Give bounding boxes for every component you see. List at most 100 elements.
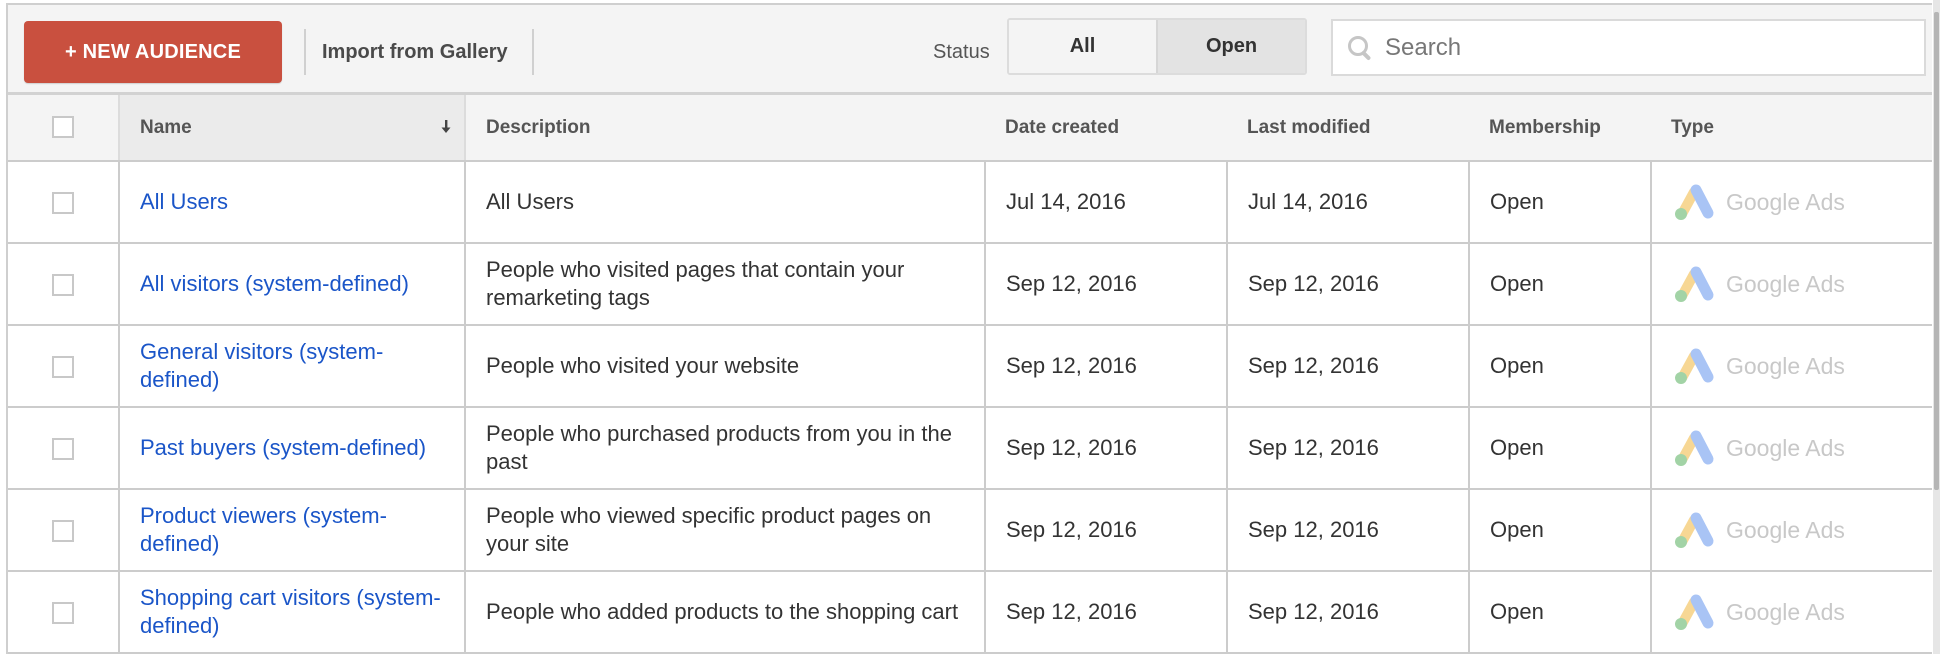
type-label: Google Ads	[1726, 353, 1845, 379]
table-row: All visitors (system-defined) People who…	[8, 242, 1932, 326]
type-cell: Google Ads	[1650, 406, 1932, 490]
table-row: Past buyers (system-defined) People who …	[8, 406, 1932, 490]
row-checkbox[interactable]	[52, 274, 74, 297]
row-select-cell	[8, 324, 120, 408]
column-header-type[interactable]: Type	[1651, 95, 1932, 162]
column-header-membership[interactable]: Membership	[1469, 95, 1651, 162]
last-modified-cell: Sep 12, 2016	[1226, 570, 1470, 654]
last-modified-cell: Sep 12, 2016	[1226, 406, 1470, 490]
type-label: Google Ads	[1726, 189, 1845, 215]
logo-green-dot	[1675, 536, 1687, 548]
column-header-date-created[interactable]: Date created	[985, 95, 1227, 162]
type-cell: Google Ads	[1650, 242, 1932, 326]
logo-blue-stroke	[1690, 348, 1714, 383]
type-label: Google Ads	[1726, 271, 1845, 297]
audience-name-link[interactable]: All visitors (system-defined)	[140, 271, 409, 296]
type-cell: Google Ads	[1650, 160, 1932, 244]
row-select-cell	[8, 242, 120, 326]
import-from-gallery-link[interactable]: Import from Gallery	[322, 29, 508, 75]
select-all-checkbox[interactable]	[52, 116, 74, 139]
type-cell: Google Ads	[1650, 324, 1932, 408]
type-cell: Google Ads	[1650, 488, 1932, 572]
date-created-cell: Sep 12, 2016	[984, 488, 1228, 572]
new-audience-button[interactable]: + NEW AUDIENCE	[24, 21, 282, 83]
google-ads-logo-icon	[1675, 184, 1714, 220]
logo-green-dot	[1675, 454, 1687, 466]
name-cell: Past buyers (system-defined)	[118, 406, 466, 490]
last-modified-cell: Sep 12, 2016	[1226, 242, 1470, 326]
type-label: Google Ads	[1726, 599, 1845, 625]
description-cell: People who viewed specific product pages…	[464, 488, 986, 572]
google-ads-logo-icon	[1675, 594, 1714, 630]
audience-name-link[interactable]: General visitors (system-defined)	[140, 339, 383, 392]
membership-cell: Open	[1468, 242, 1652, 326]
column-header-description[interactable]: Description	[465, 95, 985, 162]
description-cell: People who added products to the shoppin…	[464, 570, 986, 654]
description-cell: People who visited pages that contain yo…	[464, 242, 986, 326]
row-checkbox[interactable]	[52, 438, 74, 461]
row-checkbox[interactable]	[52, 192, 74, 215]
toolbar-divider	[532, 29, 534, 75]
audience-name-link[interactable]: Product viewers (system-defined)	[140, 503, 387, 556]
date-created-cell: Jul 14, 2016	[984, 160, 1228, 244]
vertical-scrollbar[interactable]	[1934, 12, 1939, 490]
table-header-row: Name Description Date created Last modif…	[8, 95, 1932, 162]
logo-green-dot	[1675, 618, 1687, 630]
row-checkbox[interactable]	[52, 602, 74, 625]
description-cell: People who purchased products from you i…	[464, 406, 986, 490]
row-checkbox[interactable]	[52, 356, 74, 379]
google-ads-logo-icon	[1675, 512, 1714, 548]
google-ads-logo-icon	[1675, 266, 1714, 302]
membership-cell: Open	[1468, 324, 1652, 408]
row-checkbox[interactable]	[52, 520, 74, 543]
logo-blue-stroke	[1690, 594, 1714, 629]
type-label: Google Ads	[1726, 517, 1845, 543]
status-option-open[interactable]: Open	[1156, 20, 1305, 73]
audience-name-link[interactable]: Shopping cart visitors (system-defined)	[140, 585, 441, 638]
toolbar: + NEW AUDIENCE Import from Gallery Statu…	[8, 5, 1932, 95]
google-ads-logo-icon	[1675, 348, 1714, 384]
name-cell: Product viewers (system-defined)	[118, 488, 466, 572]
search-box[interactable]	[1331, 19, 1926, 76]
table-row: General visitors (system-defined) People…	[8, 324, 1932, 408]
audience-table: Name Description Date created Last modif…	[8, 95, 1932, 654]
description-cell: People who visited your website	[464, 324, 986, 408]
column-header-last-modified[interactable]: Last modified	[1227, 95, 1469, 162]
logo-green-dot	[1675, 208, 1687, 220]
column-header-name[interactable]: Name	[118, 95, 466, 162]
name-cell: All Users	[118, 160, 466, 244]
membership-cell: Open	[1468, 160, 1652, 244]
date-created-cell: Sep 12, 2016	[984, 406, 1228, 490]
type-label: Google Ads	[1726, 435, 1845, 461]
table-row: Product viewers (system-defined) People …	[8, 488, 1932, 572]
logo-green-dot	[1675, 372, 1687, 384]
search-icon	[1345, 33, 1375, 63]
logo-blue-stroke	[1690, 512, 1714, 547]
row-select-cell	[8, 406, 120, 490]
row-select-cell	[8, 160, 120, 244]
search-input[interactable]	[1383, 32, 1907, 63]
last-modified-cell: Jul 14, 2016	[1226, 160, 1470, 244]
status-filter-label: Status	[933, 41, 990, 63]
table-row: All Users All Users Jul 14, 2016 Jul 14,…	[8, 160, 1932, 244]
name-cell: Shopping cart visitors (system-defined)	[118, 570, 466, 654]
date-created-cell: Sep 12, 2016	[984, 570, 1228, 654]
last-modified-cell: Sep 12, 2016	[1226, 488, 1470, 572]
status-option-all[interactable]: All	[1009, 20, 1156, 73]
google-ads-logo-icon	[1675, 430, 1714, 466]
sort-down-arrow-icon[interactable]	[440, 119, 452, 135]
description-cell: All Users	[464, 160, 986, 244]
audience-name-link[interactable]: Past buyers (system-defined)	[140, 435, 426, 460]
membership-cell: Open	[1468, 406, 1652, 490]
row-select-cell	[8, 488, 120, 572]
type-cell: Google Ads	[1650, 570, 1932, 654]
name-cell: General visitors (system-defined)	[118, 324, 466, 408]
table-row: Shopping cart visitors (system-defined) …	[8, 570, 1932, 654]
name-cell: All visitors (system-defined)	[118, 242, 466, 326]
logo-blue-stroke	[1690, 430, 1714, 465]
last-modified-cell: Sep 12, 2016	[1226, 324, 1470, 408]
membership-cell: Open	[1468, 488, 1652, 572]
audience-name-link[interactable]: All Users	[140, 189, 228, 214]
logo-green-dot	[1675, 290, 1687, 302]
membership-cell: Open	[1468, 570, 1652, 654]
